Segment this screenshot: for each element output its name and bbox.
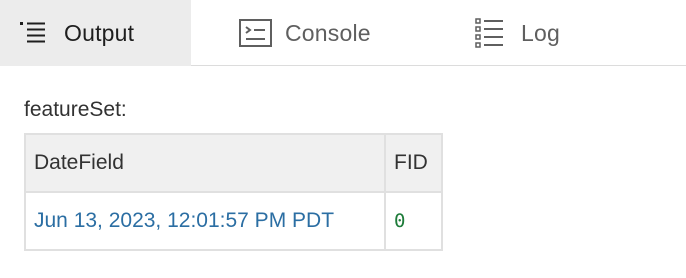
tab-output-label: Output — [64, 19, 135, 46]
table-header-row: DateField FID — [24, 133, 443, 193]
output-panel: featureSet: DateField FID Jun 13, 2023, … — [24, 96, 443, 251]
list-icon — [18, 18, 48, 48]
tab-log-label: Log — [521, 19, 560, 46]
tab-output[interactable]: Output — [0, 0, 191, 66]
featureset-label: featureSet: — [24, 98, 127, 121]
tab-log[interactable]: Log — [455, 0, 686, 66]
featureset-table: DateField FID Jun 13, 2023, 12:01:57 PM … — [24, 133, 443, 251]
column-header-fid: FID — [384, 133, 443, 193]
column-header-datefield: DateField — [24, 133, 386, 193]
tab-console-label: Console — [285, 19, 371, 46]
tab-bar: Output Console Log — [0, 0, 686, 66]
console-icon — [239, 18, 272, 48]
datefield-cell: Jun 13, 2023, 12:01:57 PM PDT — [24, 191, 386, 251]
table-row: Jun 13, 2023, 12:01:57 PM PDT 0 — [24, 191, 443, 251]
fid-cell: 0 — [384, 191, 443, 251]
log-list-icon — [475, 18, 505, 48]
tab-console[interactable]: Console — [191, 0, 455, 66]
